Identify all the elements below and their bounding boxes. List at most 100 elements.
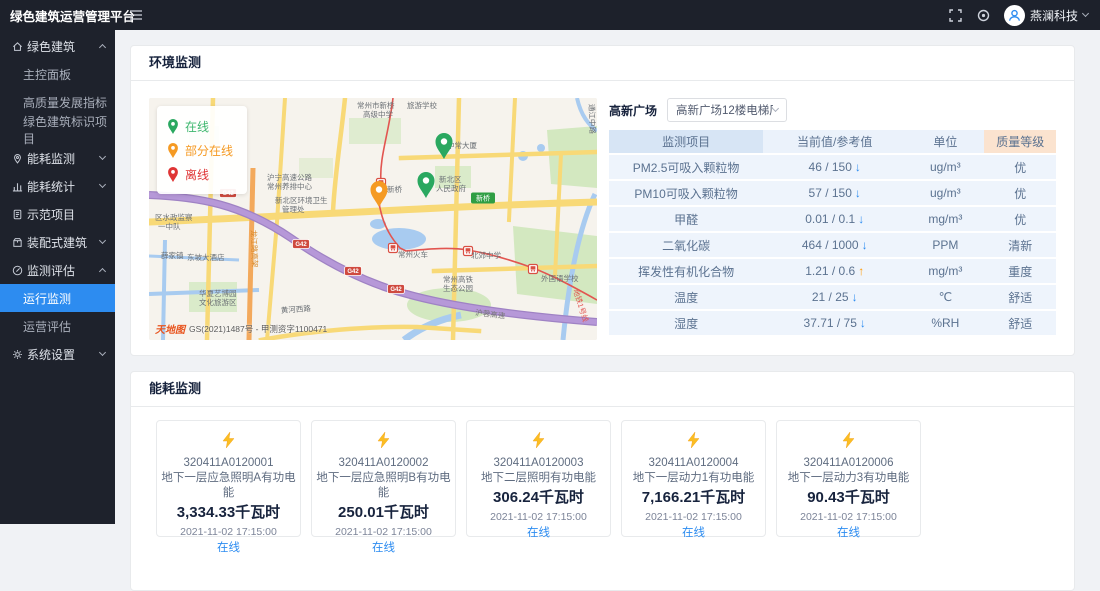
sidebar-item-green-building[interactable]: 绿色建筑 — [0, 32, 115, 60]
env-monitor-card: 环境监测 — [130, 45, 1075, 356]
station-select[interactable]: 高新广场12楼电梯厅 — [667, 98, 787, 122]
sidebar-item-system-settings[interactable]: 系统设置 — [0, 340, 115, 368]
col-grade: 质量等级 — [984, 130, 1056, 153]
settings-icon[interactable] — [976, 8, 991, 23]
legend-online: 在线 — [167, 114, 233, 138]
home-icon — [12, 41, 23, 52]
svg-text:沪宁高速公路: 沪宁高速公路 — [267, 172, 312, 182]
legend-online-label: 在线 — [185, 118, 209, 135]
svg-text:一中队: 一中队 — [158, 221, 181, 231]
meter-value: 7,166.21千瓦时 — [622, 487, 765, 509]
topbar-actions: 燕澜科技 — [948, 5, 1100, 26]
chevron-down-icon — [99, 349, 106, 356]
svg-text:人民政府: 人民政府 — [436, 183, 466, 193]
pin-icon-red — [167, 167, 179, 182]
main-content: 环境监测 — [115, 30, 1100, 524]
meter-time: 2021-11-02 17:15:00 — [622, 509, 765, 525]
trend-arrow: ↓ — [858, 212, 864, 226]
meter-value: 3,334.33千瓦时 — [157, 502, 300, 524]
lightning-icon — [687, 432, 700, 448]
sidebar-item-main-dashboard[interactable]: 主控面板 — [0, 60, 115, 88]
env-right-panel: 高新广场 高新广场12楼电梯厅 监测项目 当前值/参考值 单位 质量等级 — [609, 98, 1056, 340]
lightning-icon — [532, 432, 545, 448]
sidebar-item-monitor-evaluate[interactable]: 监测评估 — [0, 256, 115, 284]
sidebar-item-energy-monitor[interactable]: 能耗监测 — [0, 144, 115, 172]
chevron-down-icon — [99, 237, 106, 244]
legend-offline-label: 离线 — [185, 166, 209, 183]
svg-text:旅游学校: 旅游学校 — [407, 100, 437, 110]
svg-text:文化旅游区: 文化旅游区 — [199, 297, 237, 307]
fullscreen-icon[interactable] — [948, 8, 963, 23]
lightning-icon — [222, 432, 235, 448]
meter-status: 在线 — [312, 540, 455, 556]
meter-id: 320411A0120001 — [157, 455, 300, 471]
meter-time: 2021-11-02 17:15:00 — [467, 509, 610, 525]
chevron-down-icon — [99, 153, 106, 160]
chevron-down-icon — [772, 105, 779, 112]
meter-id: 320411A0120004 — [622, 455, 765, 471]
svg-text:区水政监察: 区水政监察 — [155, 212, 193, 222]
trend-arrow: ↓ — [855, 186, 861, 200]
meter-status: 在线 — [777, 525, 920, 541]
map-legend: 在线 部分在线 离线 — [157, 106, 247, 194]
meter-name: 地下一层动力1有功电能 — [622, 471, 765, 486]
package-icon — [12, 237, 23, 248]
col-item: 监测项目 — [609, 130, 763, 153]
meter-value: 90.43千瓦时 — [777, 487, 920, 509]
svg-text:生态公园: 生态公园 — [443, 283, 473, 293]
meter-time: 2021-11-02 17:15:00 — [157, 524, 300, 540]
map-canvas[interactable]: G42 G42 G42 G42 新桥 旅游学校 常州市新桥 高级中学 — [149, 98, 597, 340]
env-section-title: 环境监测 — [131, 46, 1074, 81]
chevron-up-icon — [99, 44, 106, 51]
lightning-icon — [842, 432, 855, 448]
env-table-header-row: 监测项目 当前值/参考值 单位 质量等级 — [609, 130, 1056, 153]
sidebar: 绿色建筑 主控面板 高质量发展指标 绿色建筑标识项目 能耗监测 能耗统计 示范项… — [0, 30, 115, 524]
meter-id: 320411A0120003 — [467, 455, 610, 471]
sidebar-item-energy-stats[interactable]: 能耗统计 — [0, 172, 115, 200]
meter-name: 地下一层动力3有功电能 — [777, 471, 920, 486]
meter-status: 在线 — [467, 525, 610, 541]
chevron-up-icon — [99, 268, 106, 275]
table-row: 甲醛 0.01 / 0.1↓ mg/m³ 优 — [609, 207, 1056, 231]
table-row: PM10可吸入颗粒物 57 / 150↓ ug/m³ 优 — [609, 181, 1056, 205]
pin-icon-orange — [167, 143, 179, 158]
station-select-value: 高新广场12楼电梯厅 — [676, 102, 773, 118]
table-row: 温度 21 / 25↓ ℃ 舒适 — [609, 285, 1056, 309]
user-menu[interactable]: 燕澜科技 — [1004, 5, 1088, 26]
meter-value: 306.24千瓦时 — [467, 487, 610, 509]
energy-card-list: 320411A0120001 地下一层应急照明A有功电能 3,334.33千瓦时… — [131, 407, 1074, 557]
svg-text:北郊中学: 北郊中学 — [471, 250, 501, 260]
svg-text:薛家镇: 薛家镇 — [161, 250, 184, 260]
tianditu-logo: 天地图 — [155, 321, 185, 336]
svg-text:通江中路: 通江中路 — [587, 104, 597, 135]
energy-meter-card: 320411A0120002 地下一层应急照明B有功电能 250.01千瓦时 2… — [311, 420, 456, 537]
top-header: 绿色建筑运营管理平台 燕澜科技 — [0, 0, 1100, 30]
trend-arrow: ↓ — [862, 238, 868, 252]
sidebar-item-prefab-building[interactable]: 装配式建筑 — [0, 228, 115, 256]
chevron-down-icon — [1082, 10, 1089, 17]
legend-partial-label: 部分在线 — [185, 142, 233, 159]
svg-text:常州高铁: 常州高铁 — [443, 274, 473, 284]
meter-id: 320411A0120002 — [312, 455, 455, 471]
table-row: 二氧化碳 464 / 1000↓ PPM 清新 — [609, 233, 1056, 257]
col-unit: 单位 — [906, 130, 984, 153]
svg-text:新北区环境卫生: 新北区环境卫生 — [275, 195, 328, 205]
sidebar-item-running-monitor[interactable]: 运行监测 — [0, 284, 115, 312]
svg-text:G42: G42 — [295, 242, 307, 248]
menu-fold-icon[interactable] — [129, 9, 143, 21]
energy-meter-card: 320411A0120004 地下一层动力1有功电能 7,166.21千瓦时 2… — [621, 420, 766, 537]
sidebar-item-green-label-projects[interactable]: 绿色建筑标识项目 — [0, 116, 115, 144]
chevron-down-icon — [99, 181, 106, 188]
user-name: 燕澜科技 — [1030, 7, 1078, 24]
svg-text:龙江路高架: 龙江路高架 — [249, 230, 260, 268]
map-attribution: 天地图 GS(2021)1487号 - 甲测资字1100471 — [155, 321, 327, 336]
sidebar-item-quality-index[interactable]: 高质量发展指标 — [0, 88, 115, 116]
svg-text:高级中学: 高级中学 — [363, 109, 393, 119]
trend-arrow: ↓ — [852, 290, 858, 304]
svg-text:新桥: 新桥 — [476, 194, 490, 203]
meter-time: 2021-11-02 17:15:00 — [777, 509, 920, 525]
sidebar-item-operation-evaluate[interactable]: 运营评估 — [0, 312, 115, 340]
sidebar-item-demo-projects[interactable]: 示范项目 — [0, 200, 115, 228]
gear-icon — [12, 349, 23, 360]
station-label: 高新广场 — [609, 102, 657, 119]
